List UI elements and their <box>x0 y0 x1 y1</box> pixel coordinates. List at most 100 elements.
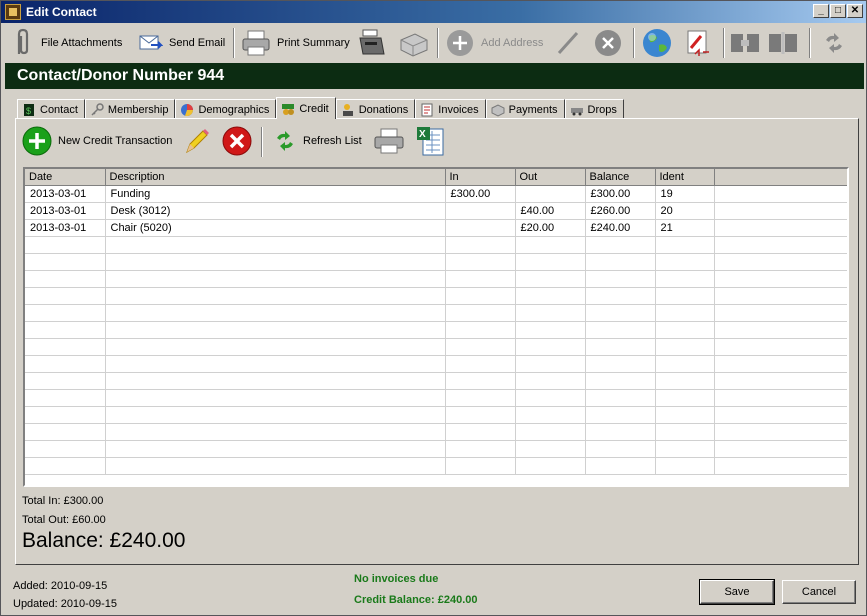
cell-description[interactable] <box>105 372 446 390</box>
tab-contact[interactable]: $ Contact <box>17 99 85 119</box>
cell-ident[interactable] <box>655 440 715 458</box>
cell-balance[interactable] <box>585 236 656 254</box>
column-header-date[interactable]: Date <box>25 169 106 186</box>
cell-in[interactable] <box>445 219 516 237</box>
column-header-in[interactable]: In <box>445 169 516 186</box>
table-row[interactable] <box>25 270 847 288</box>
table-row[interactable] <box>25 406 847 424</box>
table-row[interactable] <box>25 236 847 254</box>
tab-invoices[interactable]: Invoices <box>415 99 486 119</box>
table-row[interactable] <box>25 440 847 458</box>
cell-balance[interactable] <box>585 389 656 407</box>
cell-balance[interactable] <box>585 338 656 356</box>
cell-ident[interactable] <box>655 236 715 254</box>
split-button[interactable] <box>767 26 799 60</box>
cell-description[interactable] <box>105 304 446 322</box>
cell-balance[interactable] <box>585 406 656 424</box>
cell-date[interactable] <box>25 270 106 288</box>
cell-in[interactable] <box>445 355 516 373</box>
label-printer-button[interactable] <box>397 26 429 60</box>
receipt-printer-button[interactable] <box>357 26 387 60</box>
cell-ident[interactable] <box>655 372 715 390</box>
cell-date[interactable] <box>25 338 106 356</box>
cell-description[interactable] <box>105 355 446 373</box>
tab-demographics[interactable]: Demographics <box>175 99 277 119</box>
column-header-description[interactable]: Description <box>105 169 446 186</box>
cell-in[interactable] <box>445 423 516 441</box>
refresh-list-button[interactable]: Refresh List <box>273 123 362 159</box>
cell-out[interactable] <box>515 253 586 271</box>
cell-in[interactable] <box>445 287 516 305</box>
cell-description[interactable] <box>105 423 446 441</box>
cell-balance[interactable] <box>585 423 656 441</box>
cell-out[interactable] <box>515 423 586 441</box>
cell-date[interactable] <box>25 423 106 441</box>
column-header-ident[interactable]: Ident <box>655 169 715 186</box>
cell-out[interactable] <box>515 321 586 339</box>
delete-address-button[interactable] <box>593 26 623 60</box>
table-row[interactable]: 2013-03-01 Desk (3012) £40.00 £260.00 20 <box>25 202 847 220</box>
cell-date[interactable] <box>25 287 106 305</box>
cell-balance[interactable]: £260.00 <box>585 202 656 220</box>
cell-date[interactable] <box>25 355 106 373</box>
cell-in[interactable] <box>445 440 516 458</box>
cell-in[interactable] <box>445 389 516 407</box>
cell-out[interactable] <box>515 372 586 390</box>
edit-record-button[interactable] <box>683 26 713 60</box>
cell-out[interactable]: £20.00 <box>515 219 586 237</box>
close-button[interactable]: ✕ <box>847 4 863 18</box>
cell-ident[interactable] <box>655 304 715 322</box>
cell-date[interactable] <box>25 253 106 271</box>
cell-ident[interactable]: 21 <box>655 219 715 237</box>
cell-out[interactable] <box>515 457 586 475</box>
cell-date[interactable] <box>25 304 106 322</box>
cell-date[interactable] <box>25 389 106 407</box>
map-button[interactable] <box>641 26 673 60</box>
cell-description[interactable]: Desk (3012) <box>105 202 446 220</box>
cell-balance[interactable] <box>585 321 656 339</box>
table-row[interactable]: 2013-03-01 Chair (5020) £20.00 £240.00 21 <box>25 219 847 237</box>
cell-out[interactable] <box>515 338 586 356</box>
cell-balance[interactable] <box>585 457 656 475</box>
cell-description[interactable] <box>105 287 446 305</box>
cell-description[interactable] <box>105 338 446 356</box>
file-attachments-button[interactable]: File Attachments <box>11 26 122 60</box>
table-row[interactable]: 2013-03-01 Funding £300.00 £300.00 19 <box>25 185 847 203</box>
tab-donations[interactable]: Donations <box>335 99 416 119</box>
cell-description[interactable] <box>105 457 446 475</box>
edit-address-button[interactable] <box>555 26 583 60</box>
refresh-button[interactable] <box>821 26 847 60</box>
cell-date[interactable]: 2013-03-01 <box>25 185 106 203</box>
cell-in[interactable] <box>445 270 516 288</box>
cell-description[interactable] <box>105 236 446 254</box>
title-bar[interactable]: Edit Contact _ □ ✕ <box>1 1 866 23</box>
cell-date[interactable]: 2013-03-01 <box>25 219 106 237</box>
table-row[interactable] <box>25 372 847 390</box>
cell-out[interactable] <box>515 355 586 373</box>
tab-drops[interactable]: Drops <box>564 99 624 119</box>
minimize-button[interactable]: _ <box>813 4 829 18</box>
table-row[interactable] <box>25 389 847 407</box>
cell-out[interactable] <box>515 185 586 203</box>
cell-date[interactable] <box>25 321 106 339</box>
cell-balance[interactable] <box>585 304 656 322</box>
cell-out[interactable] <box>515 389 586 407</box>
cell-in[interactable] <box>445 236 516 254</box>
cell-balance[interactable] <box>585 253 656 271</box>
cell-balance[interactable] <box>585 372 656 390</box>
cell-out[interactable] <box>515 406 586 424</box>
table-row[interactable] <box>25 321 847 339</box>
cancel-button[interactable]: Cancel <box>782 580 856 604</box>
cell-date[interactable] <box>25 406 106 424</box>
print-summary-button[interactable]: Print Summary <box>241 26 350 60</box>
cell-in[interactable] <box>445 202 516 220</box>
cell-date[interactable] <box>25 440 106 458</box>
cell-out[interactable]: £40.00 <box>515 202 586 220</box>
cell-out[interactable] <box>515 440 586 458</box>
cell-ident[interactable] <box>655 270 715 288</box>
cell-ident[interactable] <box>655 389 715 407</box>
cell-date[interactable] <box>25 457 106 475</box>
cell-description[interactable] <box>105 389 446 407</box>
tab-credit[interactable]: Credit <box>276 97 336 119</box>
cell-in[interactable] <box>445 372 516 390</box>
